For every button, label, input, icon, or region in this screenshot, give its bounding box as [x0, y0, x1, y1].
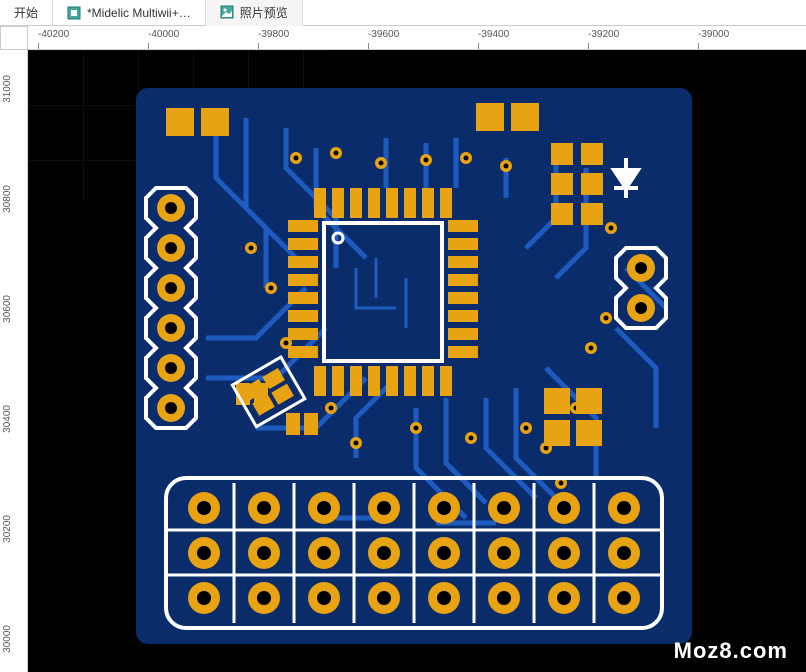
ruler-tick: 30000 — [2, 625, 13, 653]
ruler-corner — [0, 26, 28, 50]
ruler-tick: -40200 — [38, 29, 69, 40]
ruler-tick: 30800 — [2, 185, 13, 213]
watermark-text: Moz8.com — [674, 638, 788, 664]
ruler-horizontal[interactable]: -40200 -40000 -39800 -39600 -39400 -3920… — [28, 26, 806, 50]
board-icon — [67, 6, 81, 20]
ruler-tick: 31000 — [2, 75, 13, 103]
tab-label: 开始 — [14, 4, 38, 21]
ruler-tick: 30400 — [2, 405, 13, 433]
tab-start[interactable]: 开始 — [0, 0, 53, 25]
tab-file[interactable]: *Midelic Multiwii+… — [53, 0, 206, 25]
ruler-tick: -39600 — [368, 29, 399, 40]
ruler-tick: -39200 — [588, 29, 619, 40]
ruler-tick: -39400 — [478, 29, 509, 40]
ruler-vertical[interactable]: 31000 30800 30600 30400 30200 30000 — [0, 50, 28, 672]
tab-label: 照片预览 — [240, 4, 288, 21]
tab-photo-preview[interactable]: 照片预览 — [206, 0, 303, 26]
tab-bar: 开始 *Midelic Multiwii+… 照片预览 — [0, 0, 806, 26]
ruler-tick: 30600 — [2, 295, 13, 323]
tab-label: *Midelic Multiwii+… — [87, 6, 191, 20]
ruler-tick: -39800 — [258, 29, 289, 40]
photo-icon — [220, 5, 234, 19]
pcb-board — [136, 88, 692, 644]
pcb-canvas[interactable]: Moz8.com — [28, 50, 806, 672]
ruler-tick: 30200 — [2, 515, 13, 543]
ruler-tick: -39000 — [698, 29, 729, 40]
ruler-tick: -40000 — [148, 29, 179, 40]
